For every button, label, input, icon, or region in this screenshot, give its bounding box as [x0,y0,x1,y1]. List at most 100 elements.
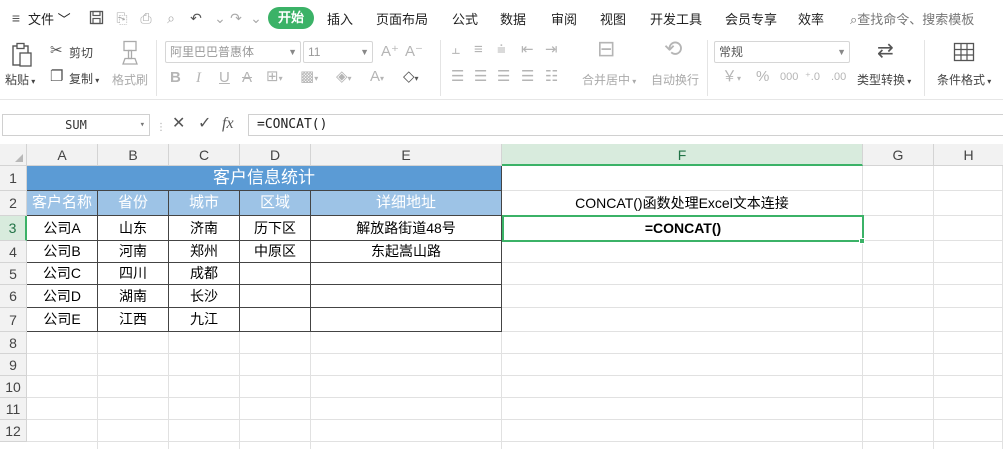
empty-cell[interactable] [169,398,240,420]
print-preview-icon[interactable]: ⌕ [163,10,179,26]
empty-cell[interactable] [502,308,863,332]
empty-cell[interactable] [98,354,169,376]
merge-center-icon[interactable]: ⊟ [597,38,615,60]
empty-cell[interactable] [311,420,502,442]
percent-format-icon[interactable]: % [756,68,769,86]
empty-cell[interactable] [502,166,863,191]
column-header-b[interactable]: B [98,144,169,166]
empty-cell[interactable] [863,241,934,263]
empty-cell[interactable] [863,398,934,420]
empty-cell[interactable] [934,420,1003,442]
empty-cell[interactable] [934,216,1003,241]
hamburger-menu-icon[interactable]: ≡ [8,10,24,26]
empty-cell[interactable] [502,263,863,285]
empty-cell[interactable] [863,166,934,191]
command-search[interactable]: ⌕查找命令、搜索模板 [850,9,974,28]
empty-cell[interactable] [863,332,934,354]
undo-icon[interactable]: ↶ [188,10,204,26]
table-cell[interactable]: 公司C [27,263,98,285]
tab-member[interactable]: 会员专享 [725,9,777,28]
empty-cell[interactable] [934,376,1003,398]
empty-cell[interactable] [502,398,863,420]
empty-cell[interactable] [863,308,934,332]
empty-cell[interactable] [863,263,934,285]
name-box-more-icon[interactable]: ⋮ [156,119,166,137]
table-cell[interactable] [311,263,502,285]
fill-handle[interactable] [859,238,865,244]
row-header-6[interactable]: 6 [0,285,27,308]
empty-cell[interactable] [311,442,502,449]
row-header-3[interactable]: 3 [0,216,27,241]
table-cell[interactable]: 东起嵩山路 [311,241,502,263]
empty-cell[interactable] [863,216,934,241]
tab-formulas[interactable]: 公式 [452,9,478,28]
table-cell[interactable]: 公司E [27,308,98,332]
strikethrough-icon[interactable]: A [242,69,252,87]
table-cell[interactable]: 成都 [169,263,240,285]
paste-button[interactable]: 粘贴 ▾ [5,71,35,88]
tab-data[interactable]: 数据 [500,9,526,28]
table-cell[interactable]: 中原区 [240,241,311,263]
decrease-font-size-icon[interactable]: A⁻ [405,43,423,61]
empty-cell[interactable] [934,241,1003,263]
tab-page-layout[interactable]: 页面布局 [376,9,428,28]
empty-cell[interactable] [240,398,311,420]
empty-cell[interactable] [502,442,863,449]
fill-color-icon[interactable]: ◈▾ [336,68,352,88]
decrease-indent-icon[interactable]: ⇤ [521,41,534,59]
header-district[interactable]: 区域 [240,191,311,216]
empty-cell[interactable] [98,376,169,398]
empty-cell[interactable] [27,398,98,420]
table-cell[interactable]: 河南 [98,241,169,263]
tab-developer[interactable]: 开发工具 [650,9,702,28]
empty-cell[interactable] [934,191,1003,216]
cell-f2-description[interactable]: CONCAT()函数处理Excel文本连接 [502,191,863,216]
empty-cell[interactable] [169,332,240,354]
table-cell[interactable]: 山东 [98,216,169,241]
increase-decimal-icon[interactable]: ⁺.0 [805,68,820,86]
align-left-icon[interactable]: ☰ [451,68,464,86]
empty-cell[interactable] [934,332,1003,354]
decrease-decimal-icon[interactable]: .00 [831,68,846,86]
font-name-select[interactable]: 阿里巴巴普惠体 ▼ [165,41,301,63]
print-icon[interactable]: ⎙ [138,10,154,26]
type-convert-icon[interactable]: ⇄ [877,41,894,61]
empty-cell[interactable] [502,420,863,442]
conditional-format-icon[interactable] [953,42,975,65]
format-painter-icon[interactable] [120,40,140,69]
export-pdf-icon[interactable]: ⎘ [114,10,130,26]
empty-cell[interactable] [502,332,863,354]
header-city[interactable]: 城市 [169,191,240,216]
empty-cell[interactable] [311,398,502,420]
empty-cell[interactable] [27,354,98,376]
row-header-9[interactable]: 9 [0,354,27,376]
table-cell[interactable] [240,263,311,285]
scissors-icon[interactable]: ✂ [50,42,63,60]
empty-cell[interactable] [240,420,311,442]
table-cell[interactable]: 济南 [169,216,240,241]
underline-icon[interactable]: U [219,69,230,87]
empty-cell[interactable] [502,285,863,308]
empty-cell[interactable] [240,442,311,449]
fill-pattern-icon[interactable]: ▩▾ [300,68,318,88]
empty-cell[interactable] [934,354,1003,376]
tab-view[interactable]: 视图 [600,9,626,28]
empty-cell[interactable] [863,442,934,449]
empty-cell[interactable] [98,420,169,442]
formula-input[interactable]: =CONCAT() [248,114,1003,136]
empty-cell[interactable] [934,166,1003,191]
empty-cell[interactable] [863,354,934,376]
number-format-select[interactable]: 常规 ▼ [714,41,850,63]
row-header-12[interactable]: 12 [0,420,27,442]
currency-format-icon[interactable]: ￥▾ [722,68,741,88]
thousands-separator-icon[interactable]: 000 [780,68,798,86]
row-header-10[interactable]: 10 [0,376,27,398]
row-header-2[interactable]: 2 [0,191,27,216]
increase-indent-icon[interactable]: ⇥ [545,41,558,59]
empty-cell[interactable] [863,285,934,308]
empty-cell[interactable] [934,398,1003,420]
empty-cell[interactable] [169,442,240,449]
empty-cell[interactable] [27,376,98,398]
column-header-d[interactable]: D [240,144,311,166]
column-header-a[interactable]: A [27,144,98,166]
